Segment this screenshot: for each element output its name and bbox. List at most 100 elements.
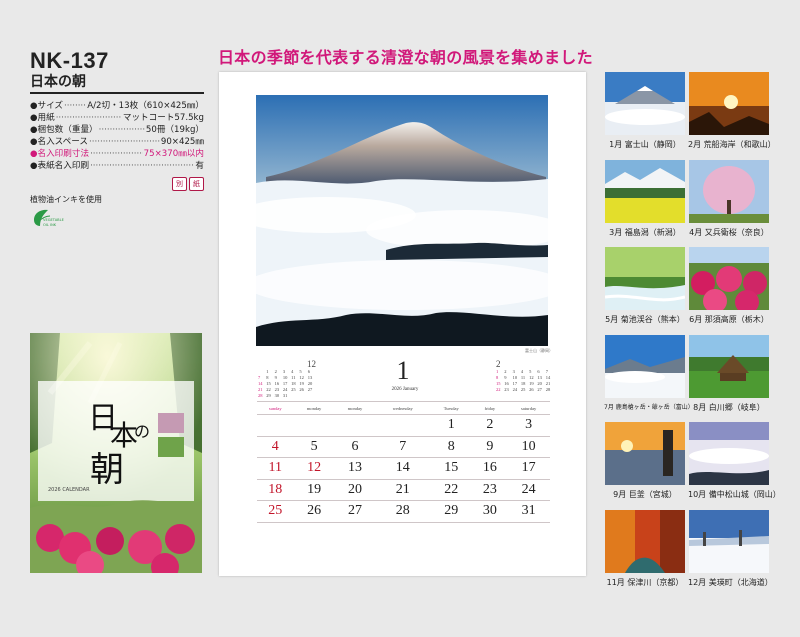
mini-day: 11: [291, 375, 296, 380]
mini-day: 7: [545, 369, 548, 374]
week-row: 4 5 6 7 8 9 10: [257, 436, 550, 458]
mini-day: 5: [529, 369, 532, 374]
thumbnail-photo: [689, 335, 769, 398]
month-subtitle: 2026 January: [391, 387, 419, 392]
day-cell: 15: [430, 457, 473, 480]
day-cell: 13: [334, 457, 376, 480]
mini-day: [299, 393, 307, 398]
badge-kami: 紙: [189, 177, 204, 191]
day-cell: 7: [375, 436, 431, 458]
mini-day: 25: [291, 387, 296, 392]
thumbnail-photo: [605, 160, 685, 223]
thumbnail-caption: 4月 又兵衛桜（奈良）: [689, 228, 769, 237]
mini-calendar-next: 2 1 2 3 4 5 6 7 8 9 10 11 12 13 14 15 16 17 18 19 20 21 22 23 2…: [496, 359, 554, 393]
mini-day: 8: [266, 375, 269, 380]
month-grid: sunday monday monday wednesday Tuesday friday…: [257, 401, 550, 523]
mini-day: 17: [282, 381, 288, 386]
day-cell: 12: [293, 457, 335, 480]
weekday-label: Tuesday: [430, 401, 473, 415]
day-cell: [293, 414, 335, 437]
mini-day: 22: [266, 387, 271, 392]
thumbnail-caption: 11月 保津川（京都）: [606, 578, 684, 587]
thumbnail-photo: [605, 422, 685, 485]
day-cell: 29: [430, 500, 473, 523]
thumbnail-caption: 9月 巨釜（宮城）: [613, 490, 677, 499]
weekday-label: monday: [334, 401, 376, 415]
photo-credit: 富士山（静岡）: [525, 348, 553, 353]
mini-day: 4: [291, 369, 294, 374]
mini-day: 20: [537, 381, 542, 386]
mini-day: [308, 393, 316, 398]
thumbnail-caption: 1月 富士山（静岡）: [609, 140, 681, 149]
mini-day: 3: [282, 369, 286, 374]
mini-day: 28: [258, 393, 263, 398]
spec-leader-dots: [56, 112, 122, 124]
cover-image: 日 本 の 朝 2026 CALENDAR: [30, 333, 202, 573]
mini-next-month: 2: [496, 359, 501, 369]
mini-day: 23: [274, 387, 280, 392]
mini-day: 21: [258, 387, 263, 392]
spec-label: ●名入印刷寸法: [30, 149, 90, 159]
thumbnail-caption: 6月 那須高原（栃木）: [689, 315, 769, 324]
thumbnail-caption: 10月 備中松山城（岡山）: [688, 490, 781, 499]
weekday-label: monday: [293, 401, 335, 415]
mini-day: 11: [520, 375, 526, 380]
mini-day: 28: [545, 387, 551, 392]
day-cell: 4: [257, 436, 294, 458]
spec-row: ●名入印刷寸法 75×370㎜以内: [30, 148, 204, 160]
day-cell: 20: [334, 479, 376, 501]
thumbnail-caption: 7月 鹿島槍ヶ岳・爺ヶ岳（富山）: [604, 404, 694, 411]
day-cell: 28: [375, 500, 431, 523]
spec-leader-dots: [90, 148, 143, 160]
day-cell: 27: [334, 500, 376, 523]
spec-label: ●名入スペース: [30, 137, 89, 147]
mini-day: 27: [307, 387, 313, 392]
day-cell: 14: [375, 457, 431, 480]
thumbnail-photo: [605, 335, 685, 398]
spec-row: ●表紙名入印刷 有: [30, 160, 204, 172]
day-cell: 5: [293, 436, 335, 458]
mini-day: 10: [512, 375, 518, 380]
thumbnail-photo: [689, 72, 769, 135]
mini-day: 22: [496, 387, 501, 392]
month-number: 1: [396, 356, 410, 385]
thumbnail-caption: 3月 福島潟（新潟）: [609, 228, 681, 237]
day-cell: 2: [472, 414, 508, 437]
thumbnail-photo: [605, 247, 685, 310]
day-cell: 23: [472, 479, 508, 501]
mini-day: 9: [504, 375, 507, 380]
spec-label: ●用紙: [30, 113, 55, 123]
mini-day: 18: [291, 381, 296, 386]
badge-group: 別 紙: [172, 177, 204, 191]
mini-day: 15: [266, 381, 271, 386]
thumbnail-photo: [605, 72, 685, 135]
spec-row: ●用紙 マットコート57.5kg: [30, 112, 204, 124]
spec-value: 75×370㎜以内: [143, 149, 204, 159]
mini-day: 17: [512, 381, 518, 386]
mini-day: 19: [299, 381, 304, 386]
weekday-label: wednesday: [375, 401, 431, 415]
mini-day: 2: [274, 369, 277, 374]
cover-title-4: 朝: [90, 450, 124, 490]
mini-day: 9: [274, 375, 277, 380]
title-divider: [30, 92, 204, 94]
mini-day: [291, 393, 299, 398]
thumbnail-photo: [689, 247, 769, 310]
mini-day: 30: [274, 393, 280, 398]
spec-value: A/2切・13枚（610×425㎜）: [87, 101, 204, 111]
mini-day: 1: [496, 369, 499, 374]
day-cell: 30: [472, 500, 508, 523]
day-cell: 3: [507, 414, 550, 437]
vegetable-oil-ink-logo: VEGETABLE OIL INK: [34, 209, 64, 227]
day-cell: [334, 414, 376, 437]
ink-note: 植物油インキを使用: [30, 195, 102, 204]
mini-day: 18: [520, 381, 526, 386]
weekday-header: sunday monday monday wednesday Tuesday friday…: [257, 401, 550, 415]
mini-day: 13: [307, 375, 313, 380]
mini-day: 29: [266, 393, 271, 398]
day-cell: 22: [430, 479, 473, 501]
mini-day: 14: [258, 381, 263, 386]
mini-day: 6: [307, 369, 310, 374]
week-row: 11 12 13 14 15 16 17: [257, 457, 550, 480]
weekday-label: friday: [472, 401, 508, 415]
